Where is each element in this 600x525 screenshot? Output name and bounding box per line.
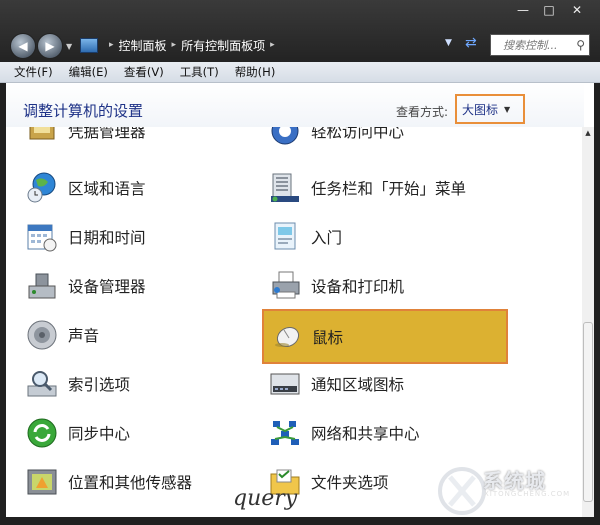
address-dropdown-icon[interactable]: ▼ bbox=[445, 38, 452, 48]
credential-icon bbox=[29, 127, 55, 140]
list-item-device-manager[interactable]: 设备管理器 bbox=[26, 263, 146, 309]
nav-buttons: ◀ ▶ ▼ bbox=[10, 33, 76, 59]
item-label: 区域和语言 bbox=[68, 180, 146, 198]
list-item-devices-printers[interactable]: 设备和打印机 bbox=[269, 263, 404, 309]
item-label: 网络和共享中心 bbox=[311, 425, 420, 443]
control-panel-icon bbox=[80, 37, 98, 53]
page-title: 调整计算机的设置 bbox=[23, 102, 144, 120]
item-label: 凭据管理器 bbox=[68, 127, 146, 141]
explorer-window: — □ ✕ ◀ ▶ ▼ ▸ 控制面板 ▸ 所有控制面板项 ▸ ▼ ⇄ 搜索控制.… bbox=[0, 0, 600, 525]
list-item-region-language[interactable]: 区域和语言 bbox=[26, 165, 146, 211]
scroll-up-icon[interactable]: ▲ bbox=[582, 127, 594, 139]
watermark-url: XITONGCHENG.COM bbox=[484, 490, 571, 498]
content-header: 调整计算机的设置 查看方式: 大图标 ▼ bbox=[6, 83, 584, 127]
item-label: 设备管理器 bbox=[68, 278, 146, 296]
maximize-icon[interactable]: □ bbox=[536, 0, 562, 20]
list-item-date-time[interactable]: 日期和时间 bbox=[26, 214, 146, 260]
content-pane: 调整计算机的设置 查看方式: 大图标 ▼ 凭据管理器 轻松访问中心 区域和语言 … bbox=[6, 83, 594, 517]
signature: query bbox=[233, 486, 298, 511]
device-manager-icon bbox=[28, 273, 56, 299]
item-label: 文件夹选项 bbox=[311, 474, 389, 492]
chevron-down-icon: ▼ bbox=[504, 104, 511, 114]
forward-button[interactable]: ▶ bbox=[37, 33, 63, 59]
item-label: 轻松访问中心 bbox=[311, 127, 405, 141]
menu-file[interactable]: 文件(F) bbox=[14, 64, 53, 80]
list-item-getting-started[interactable]: 入门 bbox=[269, 214, 342, 260]
list-item-sound[interactable]: 声音 bbox=[26, 312, 99, 358]
history-dropdown-icon[interactable]: ▼ bbox=[66, 42, 72, 51]
item-label: 同步中心 bbox=[68, 425, 131, 443]
item-label: 通知区域图标 bbox=[311, 376, 405, 394]
ease-of-access-icon bbox=[271, 127, 299, 145]
breadcrumb-control-panel[interactable]: 控制面板 bbox=[119, 37, 167, 54]
location-sensor-icon bbox=[27, 469, 57, 495]
list-item-ease-of-access[interactable]: 轻松访问中心 bbox=[269, 127, 404, 149]
menu-view[interactable]: 查看(V) bbox=[124, 64, 164, 80]
list-item-indexing[interactable]: 索引选项 bbox=[26, 361, 130, 407]
view-by-label: 查看方式: bbox=[396, 105, 449, 119]
item-label: 索引选项 bbox=[68, 376, 131, 394]
search-placeholder: 搜索控制... bbox=[503, 39, 558, 52]
mouse-icon bbox=[275, 326, 300, 347]
item-label: 声音 bbox=[68, 327, 100, 345]
chevron-right-icon[interactable]: ▸ bbox=[270, 40, 275, 50]
refresh-icon[interactable]: ⇄ bbox=[465, 35, 477, 51]
chevron-right-icon[interactable]: ▸ bbox=[109, 40, 114, 50]
breadcrumb-all-items[interactable]: 所有控制面板项 bbox=[181, 37, 265, 54]
item-label: 日期和时间 bbox=[68, 229, 146, 247]
item-label: 鼠标 bbox=[312, 328, 344, 347]
printer-icon bbox=[272, 271, 300, 299]
list-item-taskbar-start-menu[interactable]: 任务栏和「开始」菜单 bbox=[269, 165, 466, 211]
item-label: 任务栏和「开始」菜单 bbox=[311, 180, 467, 198]
speaker-icon bbox=[27, 320, 57, 350]
view-by-dropdown[interactable]: 大图标 ▼ bbox=[455, 94, 525, 124]
globe-clock-icon bbox=[27, 172, 56, 203]
list-item-notification-icons[interactable]: 通知区域图标 bbox=[269, 361, 404, 407]
close-icon[interactable]: ✕ bbox=[562, 0, 592, 20]
list-item-mouse[interactable]: 鼠标 bbox=[262, 309, 508, 364]
menu-edit[interactable]: 编辑(E) bbox=[69, 64, 108, 80]
sync-icon bbox=[27, 418, 57, 448]
address-bar[interactable]: ▸ 控制面板 ▸ 所有控制面板项 ▸ bbox=[78, 34, 464, 56]
item-label: 位置和其他传感器 bbox=[68, 474, 193, 492]
item-label: 入门 bbox=[311, 229, 343, 247]
list-item-network-sharing[interactable]: 网络和共享中心 bbox=[269, 410, 420, 456]
getting-started-icon bbox=[274, 222, 296, 250]
menu-bar: 文件(F) 编辑(E) 查看(V) 工具(T) 帮助(H) bbox=[0, 62, 600, 83]
minimize-icon[interactable]: — bbox=[510, 0, 536, 20]
view-by-value: 大图标 bbox=[462, 102, 499, 117]
back-button[interactable]: ◀ bbox=[10, 33, 36, 59]
caption-buttons: — □ ✕ bbox=[510, 0, 592, 20]
list-item-sync-center[interactable]: 同步中心 bbox=[26, 410, 130, 456]
network-icon bbox=[271, 421, 299, 445]
item-label: 设备和打印机 bbox=[311, 278, 405, 296]
chevron-right-icon[interactable]: ▸ bbox=[172, 40, 177, 50]
search-input[interactable]: 搜索控制... ⚲ bbox=[490, 34, 590, 56]
menu-help[interactable]: 帮助(H) bbox=[235, 64, 276, 80]
magnifier-icon bbox=[27, 371, 57, 397]
notification-area-icon bbox=[270, 373, 300, 395]
taskbar-icon bbox=[271, 173, 299, 202]
list-item-credential-manager[interactable]: 凭据管理器 bbox=[26, 127, 146, 149]
menu-tools[interactable]: 工具(T) bbox=[180, 64, 219, 80]
list-item-location-sensors[interactable]: 位置和其他传感器 bbox=[26, 459, 192, 505]
search-icon[interactable]: ⚲ bbox=[576, 38, 585, 52]
calendar-clock-icon bbox=[27, 224, 57, 252]
